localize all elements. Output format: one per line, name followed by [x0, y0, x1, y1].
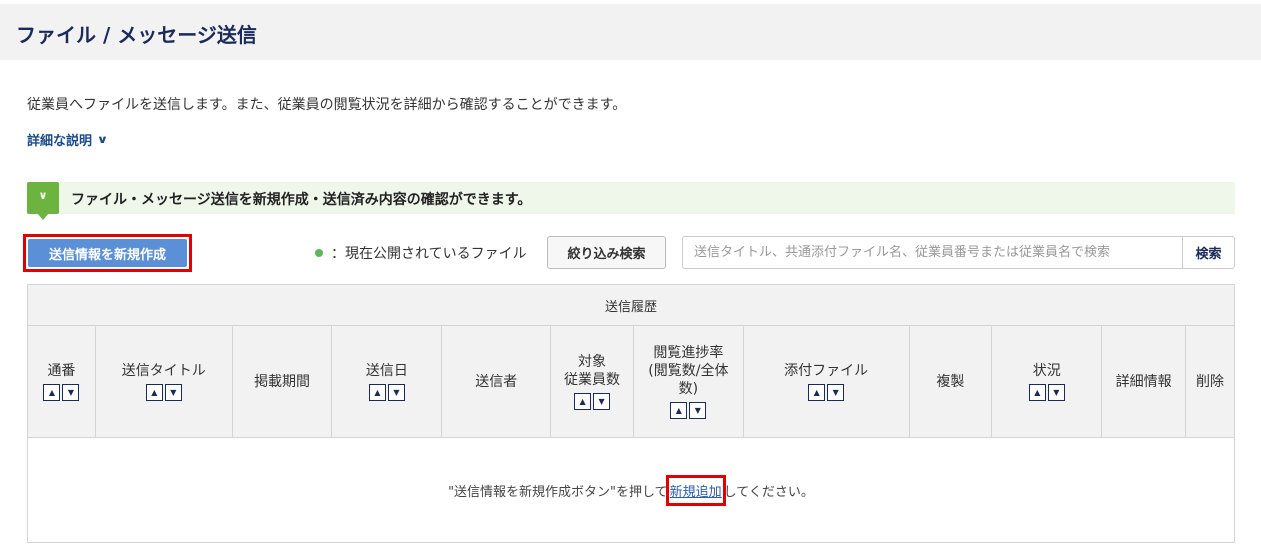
column-header: 添付ファイル ▲ ▼ [744, 326, 910, 437]
chevron-down-icon: ∨ [96, 133, 109, 146]
page-description: 従業員へファイルを送信します。また、従業員の閲覧状況を詳細から確認することができ… [27, 97, 627, 113]
sort-controls: ▲ ▼ [368, 384, 405, 401]
add-link-highlight: 新規追加 [665, 474, 726, 506]
column-header-label: 送信タイトル [121, 363, 206, 379]
sort-controls: ▲ ▼ [670, 402, 707, 419]
column-header: 対象 従業員数 ▲ ▼ [551, 326, 634, 437]
sort-descending-icon[interactable]: ▼ [827, 384, 845, 401]
table-caption: 送信履歴 [28, 285, 1234, 326]
column-header-label: 削除 [1195, 373, 1224, 390]
column-header-label: 対象 従業員数 [564, 354, 621, 388]
column-header-label: 通番 [47, 363, 76, 379]
search-button[interactable]: 検索 [1182, 236, 1235, 269]
detail-explanation-toggle[interactable]: 詳細な説明 ∨ [27, 130, 109, 149]
sort-descending-icon[interactable]: ▼ [62, 384, 80, 401]
legend-text: ：現在公開されているファイル [331, 246, 527, 262]
column-header-label: 掲載期間 [254, 373, 311, 390]
column-header: 複製 [910, 326, 993, 437]
column-header: 送信者 [442, 326, 552, 437]
send-history-table: 送信履歴 通番 ▲ ▼ 送信タイトル ▲ ▼ 掲載期間 送信日 ▲ ▼ 送信者 対象 従業員数 ▲ ▼ 閲覧… [27, 284, 1235, 543]
sort-ascending-icon[interactable]: ▲ [670, 402, 688, 419]
sort-ascending-icon[interactable]: ▲ [43, 384, 61, 401]
sort-descending-icon[interactable]: ▼ [387, 384, 405, 401]
active-dot-icon [315, 249, 323, 257]
sort-controls: ▲ ▼ [145, 384, 182, 401]
sort-controls: ▲ ▼ [1028, 384, 1065, 401]
column-header: 状況 ▲ ▼ [992, 326, 1103, 437]
detail-explanation-label: 詳細な説明 [27, 134, 93, 149]
filter-search-button[interactable]: 絞り込み検索 [547, 236, 666, 269]
column-header-label: 詳細情報 [1115, 373, 1172, 390]
empty-message: "送信情報を新規作成ボタン"を押して 新規追加 してください。 [448, 474, 814, 506]
sort-controls: ▲ ▼ [808, 384, 845, 401]
search-input[interactable] [682, 236, 1183, 269]
sort-ascending-icon[interactable]: ▲ [368, 384, 386, 401]
banner-toggle[interactable]: ∨ [27, 182, 59, 220]
sort-controls: ▲ ▼ [574, 393, 611, 410]
column-header: 掲載期間 [233, 326, 333, 437]
sort-ascending-icon[interactable]: ▲ [808, 384, 826, 401]
sort-descending-icon[interactable]: ▼ [689, 402, 707, 419]
empty-message-before: "送信情報を新規作成ボタン"を押して [448, 484, 668, 500]
column-header: 詳細情報 [1102, 326, 1187, 437]
column-header-label: 送信者 [475, 373, 518, 390]
column-header-label: 複製 [936, 373, 965, 390]
column-header: 閲覧進捗率 (閲覧数/全体 数) ▲ ▼ [634, 326, 744, 437]
table-header-row: 通番 ▲ ▼ 送信タイトル ▲ ▼ 掲載期間 送信日 ▲ ▼ 送信者 対象 従業員数 ▲ ▼ 閲覧進捗率 (… [28, 326, 1234, 438]
sort-ascending-icon[interactable]: ▲ [145, 384, 163, 401]
legend: ：現在公開されているファイル [315, 243, 527, 263]
add-new-link[interactable]: 新規追加 [670, 485, 722, 500]
column-header: 削除 [1186, 326, 1234, 437]
sort-ascending-icon[interactable]: ▲ [1028, 384, 1046, 401]
create-new-button[interactable]: 送信情報を新規作成 [28, 239, 187, 267]
sort-descending-icon[interactable]: ▼ [1047, 384, 1065, 401]
empty-message-after: してください。 [723, 484, 814, 500]
sort-controls: ▲ ▼ [43, 384, 80, 401]
banner-text: ファイル・メッセージ送信を新規作成・送信済み内容の確認ができます。 [71, 192, 532, 208]
column-header: 通番 ▲ ▼ [28, 326, 96, 437]
table-empty-row: "送信情報を新規作成ボタン"を押して 新規追加 してください。 [28, 438, 1234, 542]
column-header-label: 添付ファイル [784, 363, 869, 379]
column-header-label: 送信日 [365, 363, 408, 379]
column-header-label: 状況 [1032, 363, 1061, 379]
sort-descending-icon[interactable]: ▼ [164, 384, 182, 401]
column-header: 送信日 ▲ ▼ [332, 326, 443, 437]
sort-ascending-icon[interactable]: ▲ [574, 393, 592, 410]
info-banner: ∨ ファイル・メッセージ送信を新規作成・送信済み内容の確認ができます。 [27, 182, 1235, 220]
column-header: 送信タイトル ▲ ▼ [96, 326, 233, 437]
sort-descending-icon[interactable]: ▼ [593, 393, 611, 410]
chevron-down-icon: ∨ [38, 189, 48, 202]
page-header: ファイル / メッセージ送信 [0, 4, 1261, 60]
page-title: ファイル / メッセージ送信 [16, 23, 257, 47]
column-header-label: 閲覧進捗率 (閲覧数/全体 数) [648, 345, 729, 397]
new-button-highlight: 送信情報を新規作成 [23, 234, 192, 272]
